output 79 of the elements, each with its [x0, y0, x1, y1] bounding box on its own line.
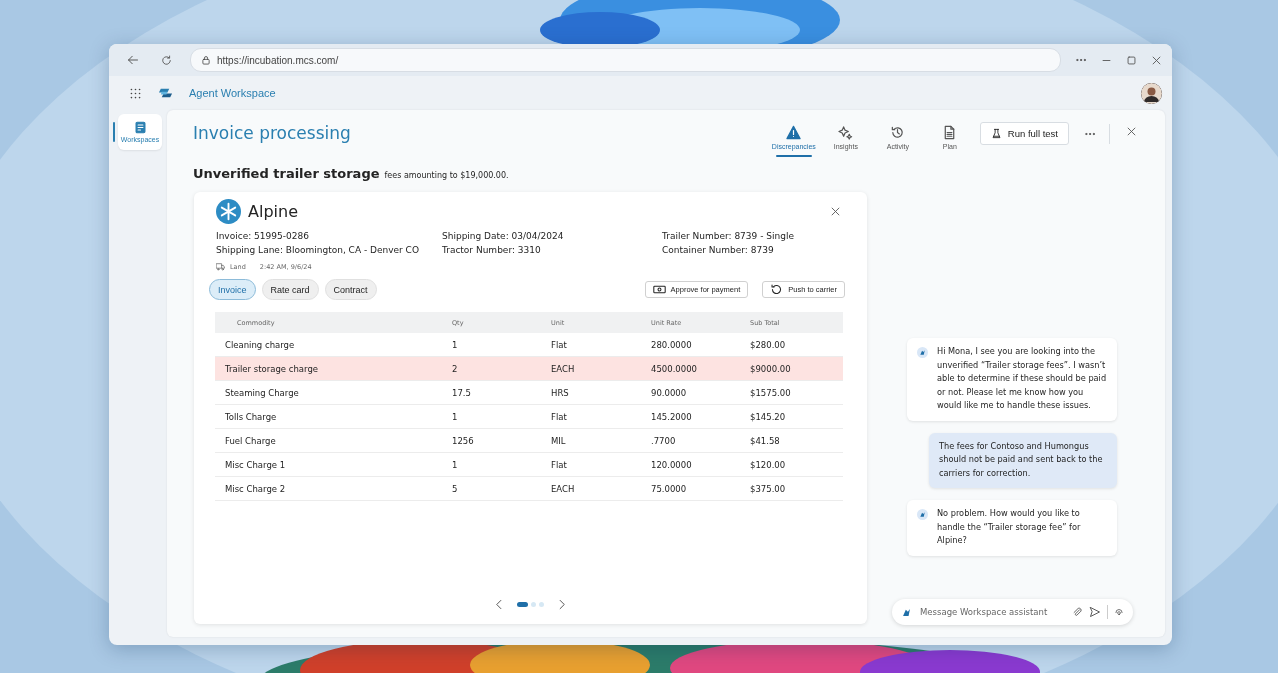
address-bar[interactable]: https://incubation.mcs.com/ [190, 48, 1061, 72]
message-bar[interactable]: Message Workspace assistant [892, 599, 1133, 625]
document-tab[interactable]: Rate card [261, 279, 319, 300]
detail-text: Shipping Lane: Bloomington, CA - Denver CO [216, 243, 420, 257]
table-cell: 120.0000 [651, 452, 750, 477]
table-cell: $41.58 [750, 428, 843, 453]
table-cell: Misc Charge 1 [215, 452, 452, 477]
table-cell: Flat [551, 333, 651, 357]
page-dot[interactable] [531, 602, 536, 607]
refresh-icon [161, 54, 172, 66]
table-cell: 280.0000 [651, 333, 750, 357]
close-icon [1126, 126, 1137, 137]
table-cell: $280.00 [750, 333, 843, 357]
attach-icon [1072, 606, 1083, 618]
table-cell: $9000.00 [750, 356, 843, 381]
table-cell: $375.00 [750, 476, 843, 501]
table-cell: Steaming Charge [215, 380, 452, 405]
undo-icon [770, 283, 784, 296]
table-cell: 90.0000 [651, 380, 750, 405]
detail-text: Container Number: 8739 [662, 243, 775, 257]
table-cell: Misc Charge 2 [215, 476, 452, 501]
checklist-icon [133, 121, 147, 134]
back-arrow-icon [127, 54, 139, 66]
warning-icon [786, 125, 802, 140]
truck-icon [216, 262, 225, 271]
table-cell: 1256 [452, 428, 551, 453]
message-text: No problem. How would you like to handle the “Trailer storage fee” for Alpine? [937, 507, 1082, 547]
chevron-right-icon [556, 599, 567, 610]
message-field[interactable]: Message Workspace assistant [918, 606, 1066, 618]
app-launcher-icon [129, 86, 142, 100]
table-cell: Flat [551, 452, 651, 477]
detail-text: Shipping Date: 03/04/2024 [442, 230, 565, 243]
beaker-icon [990, 128, 1002, 139]
table-cell: 145.2000 [651, 404, 750, 429]
page-title: Invoice processing [193, 123, 351, 143]
message-text: Hi Mona, I see you are looking into the unverified “Trailer storage fees”. I wasn’t able to determine if these should be paid or not. Please let me know how you would like me to handle these issues. [937, 345, 1107, 412]
sparkle-icon [838, 125, 854, 140]
run-test-button[interactable]: Run full test [979, 122, 1069, 145]
table-cell: EACH [551, 476, 651, 501]
table-cell: 1 [452, 452, 551, 477]
avatar[interactable] [1141, 82, 1162, 104]
table-cell: $145.20 [750, 404, 843, 429]
message-text: The fees for Contoso and Humongus should not be paid and sent back to the carriers for correction. [939, 439, 1104, 480]
maximize-icon [1126, 54, 1137, 66]
table-cell: Cleaning charge [215, 333, 452, 357]
issue-title: Unverified trailer storage [193, 166, 380, 181]
table-cell: .7700 [651, 428, 750, 453]
table-cell: 4500.0000 [651, 356, 750, 381]
table-cell: 17.5 [452, 380, 551, 405]
table-cell: HRS [551, 380, 651, 405]
issue-note: fees amounting to $19,000.00. [384, 171, 509, 180]
table-cell: 75.0000 [651, 476, 750, 501]
detail-text: Tractor Number: 3310 [442, 243, 542, 257]
table-cell: 1 [452, 333, 551, 357]
app-title: Agent Workspace [189, 87, 276, 99]
table-cell: MIL [551, 428, 651, 453]
detail-text: Trailer Number: 8739 - Single [662, 230, 795, 243]
lock-icon [201, 55, 211, 65]
table-cell: Tolls Charge [215, 404, 452, 429]
close-icon [830, 206, 841, 217]
table-cell: Flat [551, 404, 651, 429]
table-cell: Fuel Charge [215, 428, 452, 453]
document-tab[interactable]: Invoice [209, 279, 256, 300]
page-dot[interactable] [539, 602, 544, 607]
table-cell: EACH [551, 356, 651, 381]
table-cell: 5 [452, 476, 551, 501]
table-cell: $120.00 [750, 452, 843, 477]
table-cell: Trailer storage charge [215, 356, 452, 381]
document-tab[interactable]: Contract [324, 279, 377, 300]
vendor-logo-icon [216, 199, 241, 224]
history-icon [890, 125, 906, 140]
vendor-name: Alpine [248, 202, 298, 221]
detail-text: Invoice: 51995-0286 [216, 230, 310, 243]
close-icon [1151, 54, 1162, 66]
table-cell: 1 [452, 404, 551, 429]
send-icon [1089, 606, 1101, 618]
table-cell: $1575.00 [750, 380, 843, 405]
money-icon [652, 283, 666, 296]
table-cell: 2 [452, 356, 551, 381]
